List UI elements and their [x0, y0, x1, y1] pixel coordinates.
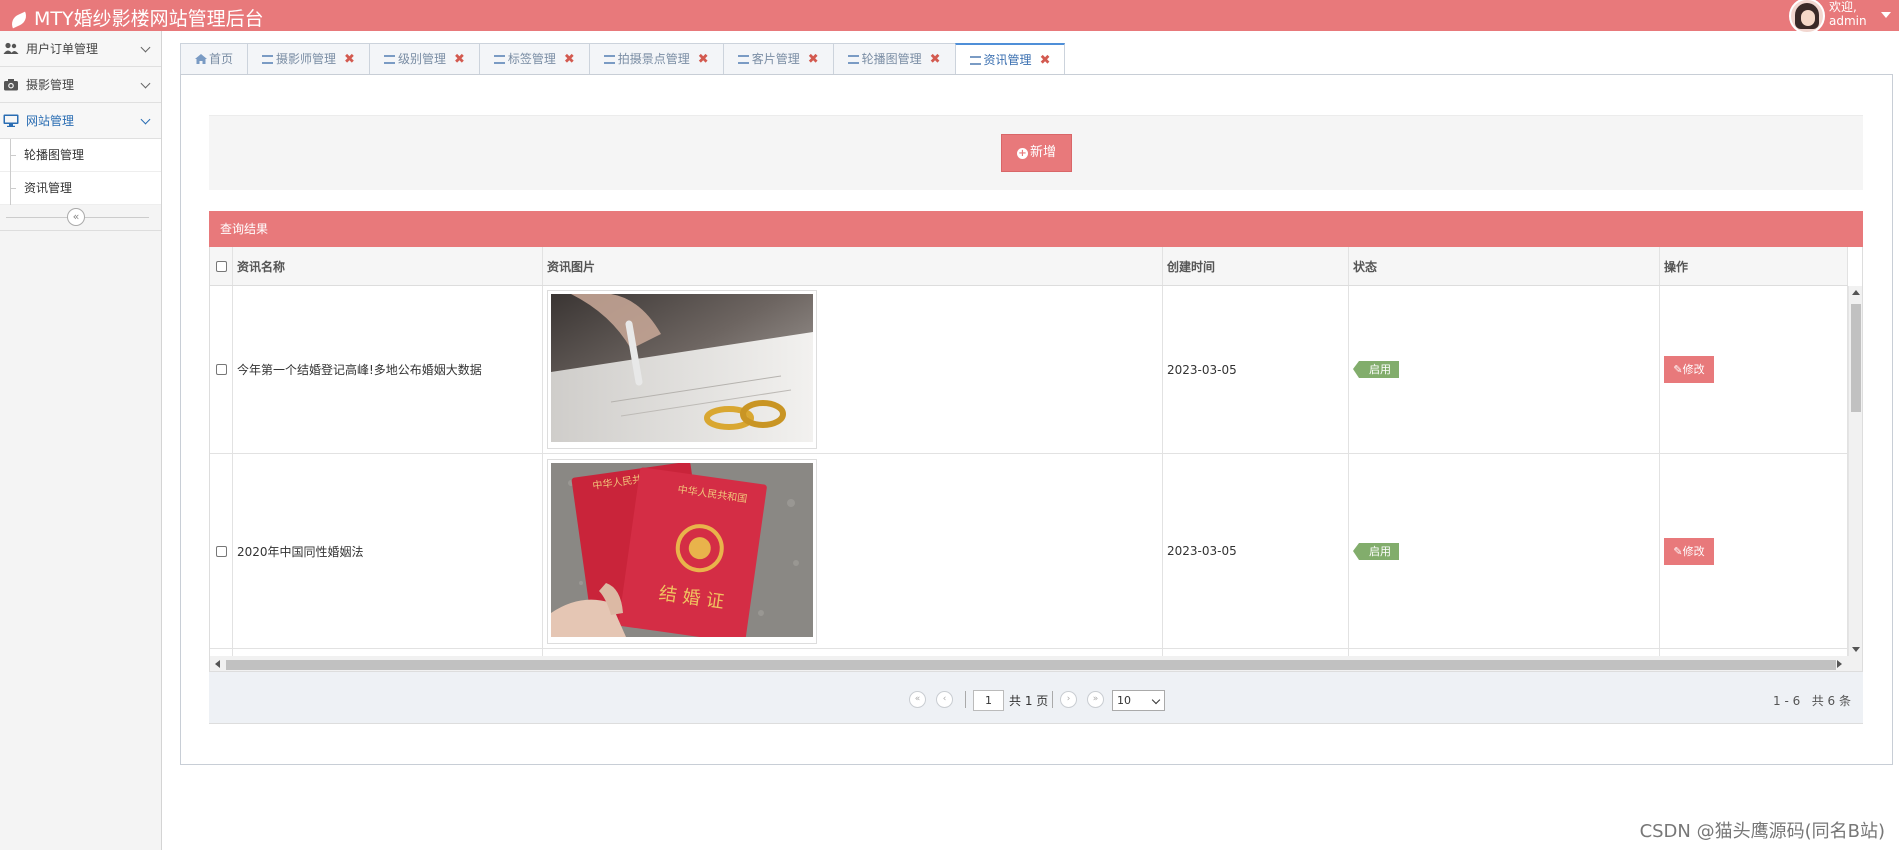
sliders-icon: [383, 55, 395, 64]
close-icon[interactable]: ✖: [808, 52, 819, 67]
chevron-down-icon: [140, 78, 151, 89]
close-icon[interactable]: ✖: [1040, 53, 1051, 68]
sidebar-item-news[interactable]: 资讯管理: [0, 172, 161, 205]
tab-locations[interactable]: 拍摄景点管理 ✖: [588, 43, 724, 74]
last-page-icon[interactable]: »: [1087, 691, 1104, 708]
news-image-rings: [551, 294, 813, 442]
horizontal-scrollbar[interactable]: [209, 656, 1863, 672]
next-page-icon[interactable]: ›: [1060, 691, 1077, 708]
chevron-down-icon: [140, 42, 151, 53]
column-header[interactable]: 创建时间: [1163, 247, 1349, 285]
avatar[interactable]: [1789, 0, 1825, 34]
scrollbar-thumb[interactable]: [226, 660, 1836, 670]
tab-carousel[interactable]: 轮播图管理 ✖: [832, 43, 956, 74]
username: admin: [1829, 14, 1867, 28]
table-row: 2020年中国同性婚姻法 中华人民共 中华人民共和国 结 婚 证 2023-03…: [210, 454, 1848, 649]
page-size-select[interactable]: 10: [1112, 690, 1165, 711]
prev-page-icon[interactable]: ‹: [936, 691, 953, 708]
pagination: « ‹ 1 共 1 页 › » 10 1 - 6 共 6 条: [209, 672, 1863, 724]
close-icon[interactable]: ✖: [698, 52, 709, 67]
close-icon[interactable]: ✖: [564, 52, 575, 67]
watermark: CSDN @猫头鹰源码(同名B站): [1639, 821, 1885, 842]
tab-photographers[interactable]: 摄影师管理 ✖: [247, 43, 370, 74]
edit-button[interactable]: ✎修改: [1664, 356, 1714, 383]
row-checkbox[interactable]: [216, 545, 227, 557]
sliders-icon: [737, 55, 749, 64]
edit-icon: ✎: [1673, 363, 1683, 376]
sidebar-collapse-bar: «: [0, 205, 161, 231]
status-badge: 启用: [1353, 361, 1399, 378]
news-image-certificates: 中华人民共 中华人民共和国 结 婚 证: [551, 461, 813, 643]
tab-levels[interactable]: 级别管理 ✖: [368, 43, 480, 74]
sliders-icon: [603, 55, 615, 64]
column-header[interactable]: 资讯图片: [543, 247, 1163, 285]
page-info: 1 - 6 共 6 条: [1773, 694, 1851, 708]
news-title: 2020年中国同性婚姻法: [233, 454, 543, 648]
add-button[interactable]: + 新增: [1001, 134, 1072, 172]
top-bar: MTY婚纱影楼网站管理后台 欢迎, admin: [0, 0, 1899, 34]
created-date: 2023-03-05: [1163, 286, 1349, 453]
sliders-icon: [493, 55, 505, 64]
plus-circle-icon: +: [1016, 148, 1028, 159]
results-title: 查询结果: [209, 211, 1863, 247]
close-icon[interactable]: ✖: [454, 52, 465, 67]
sliders-icon: [262, 55, 274, 64]
column-header[interactable]: 状态: [1349, 247, 1660, 285]
column-header[interactable]: 资讯名称: [233, 247, 543, 285]
tab-news[interactable]: 资讯管理 ✖: [954, 43, 1066, 75]
welcome-text[interactable]: 欢迎, admin: [1829, 0, 1871, 28]
edit-button[interactable]: ✎修改: [1664, 537, 1714, 565]
status-badge: 启用: [1353, 542, 1399, 560]
grid-header: 资讯名称 资讯图片 创建时间 状态 操作: [210, 247, 1848, 286]
table-row: 今年第一个结婚登记高峰!多地公布婚姻大数据 2023-03-05 启用 ✎修改: [210, 286, 1848, 454]
chevron-down-icon: [140, 114, 151, 125]
sliders-icon: [847, 55, 859, 64]
data-grid: 资讯名称 资讯图片 创建时间 状态 操作 今年第一个结婚登记高峰!多地公布婚姻大…: [209, 247, 1863, 656]
page-number-input[interactable]: 1: [973, 690, 1004, 711]
scrollbar-thumb[interactable]: [1851, 304, 1861, 412]
leaf-icon: [8, 11, 30, 28]
close-icon[interactable]: ✖: [930, 52, 941, 67]
scroll-up-icon[interactable]: [1852, 290, 1860, 295]
users-icon: [3, 42, 19, 54]
sidebar-menu-photography[interactable]: 摄影管理: [0, 67, 161, 103]
collapse-sidebar-icon[interactable]: «: [67, 208, 85, 226]
table-row: [210, 649, 1848, 656]
vertical-scrollbar[interactable]: [1848, 286, 1862, 656]
app-title: MTY婚纱影楼网站管理后台: [34, 8, 264, 30]
news-image: 中华人民共 中华人民共和国 结 婚 证: [547, 458, 817, 644]
total-pages: 共 1 页: [1009, 694, 1049, 708]
tab-tags[interactable]: 标签管理 ✖: [478, 43, 590, 74]
toolbar: + 新增: [209, 115, 1863, 190]
created-date: 2023-03-05: [1163, 454, 1349, 648]
edit-icon: ✎: [1673, 544, 1683, 558]
sidebar-item-carousel[interactable]: 轮播图管理: [0, 139, 161, 172]
news-image: [547, 290, 817, 449]
scroll-down-icon[interactable]: [1852, 647, 1860, 652]
camera-icon: [4, 79, 18, 91]
monitor-icon: [3, 114, 19, 127]
sidebar-menu-website[interactable]: 网站管理: [0, 103, 161, 139]
sidebar: 用户订单管理 摄影管理 网站管理 轮播图管理 资讯管理 «: [0, 31, 162, 850]
column-header[interactable]: 操作: [1660, 247, 1848, 285]
select-all-checkbox[interactable]: [216, 260, 227, 272]
first-page-icon[interactable]: «: [909, 691, 926, 708]
close-icon[interactable]: ✖: [344, 52, 355, 67]
tab-home[interactable]: 首页: [180, 43, 249, 74]
tab-bar: 首页 摄影师管理 ✖ 级别管理 ✖ 标签管理 ✖ 拍摄景点管理 ✖ 客片管理 ✖ 轮播图管…: [180, 43, 1066, 75]
tab-client-photos[interactable]: 客片管理 ✖: [722, 43, 834, 74]
sidebar-menu-user-orders[interactable]: 用户订单管理: [0, 31, 161, 67]
app-logo: MTY婚纱影楼网站管理后台: [8, 4, 264, 31]
row-checkbox[interactable]: [216, 364, 227, 375]
chevron-down-icon: [1151, 695, 1161, 705]
scroll-left-icon[interactable]: [215, 660, 220, 668]
scroll-right-icon[interactable]: [1837, 660, 1842, 668]
home-icon: [195, 54, 207, 64]
news-title: 今年第一个结婚登记高峰!多地公布婚姻大数据: [233, 286, 543, 453]
caret-down-icon[interactable]: [1881, 12, 1891, 18]
sliders-icon: [969, 56, 981, 65]
